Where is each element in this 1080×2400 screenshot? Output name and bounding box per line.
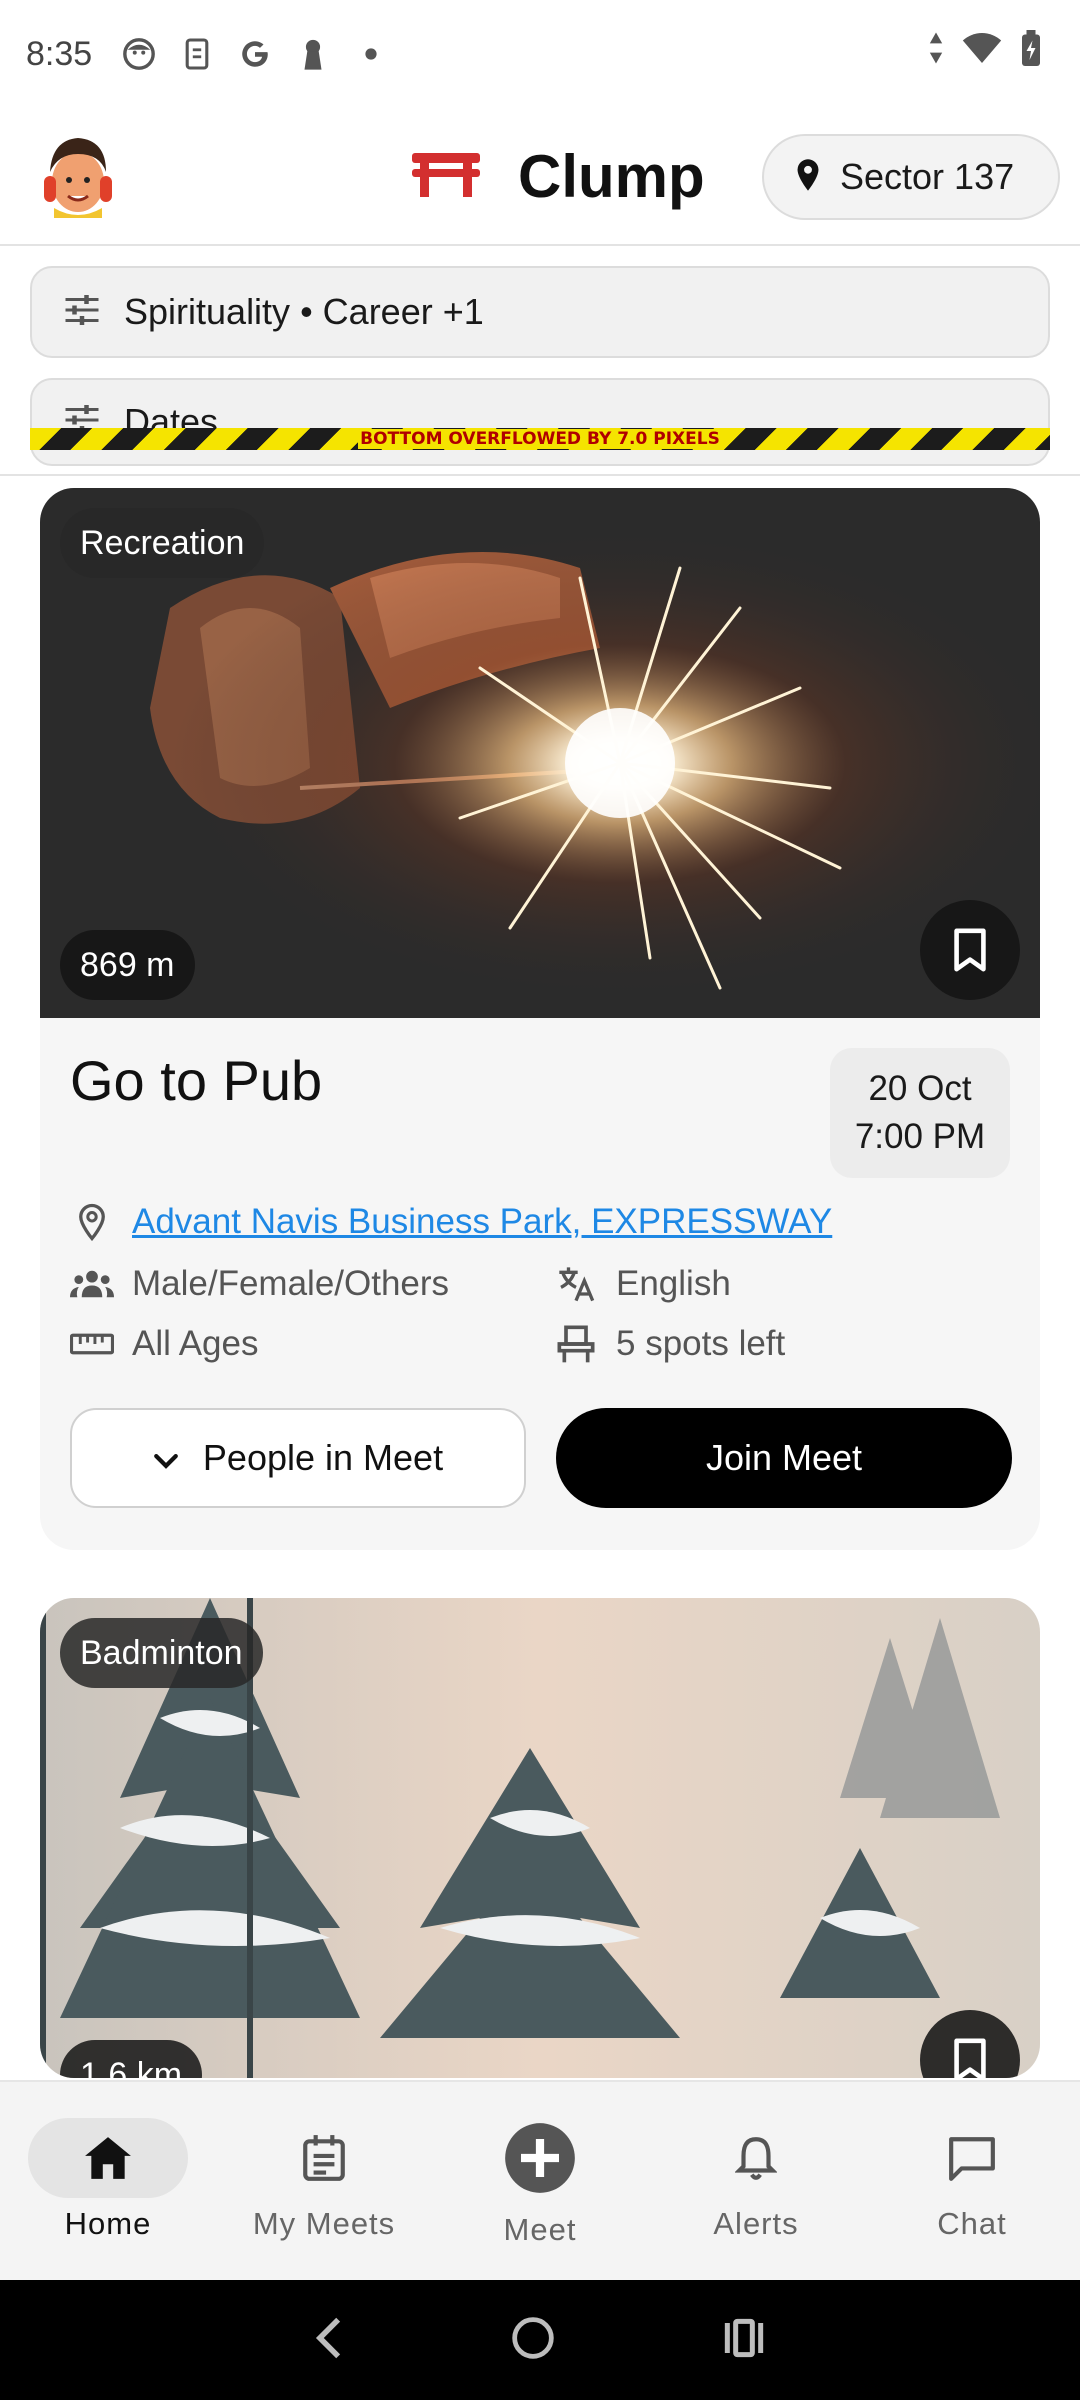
distance-badge: 869 m — [60, 930, 195, 1000]
status-time: 8:35 — [26, 34, 93, 73]
location-outline-icon — [70, 1200, 114, 1244]
app-header: Clump Sector 137 — [0, 108, 1080, 246]
seat-icon — [554, 1322, 598, 1366]
divider — [0, 474, 1080, 476]
home-icon — [85, 2137, 131, 2179]
category-tag: Badminton — [60, 1618, 263, 1688]
home-circle-icon[interactable] — [511, 2316, 555, 2365]
interest-filter[interactable]: Spirituality • Career +1 — [30, 266, 1050, 358]
wifi-icon — [962, 31, 1002, 70]
add-circle-icon — [505, 2123, 575, 2193]
join-meet-label: Join Meet — [705, 1437, 863, 1478]
nav-alerts[interactable]: Alerts — [666, 2118, 846, 2242]
gender-row: Male/Female/Others — [70, 1262, 449, 1306]
nav-chat[interactable]: Chat — [882, 2118, 1062, 2242]
tune-icon — [64, 294, 100, 331]
meet-image-snowy-trees: Badminton 1.6 km — [40, 1598, 1040, 2078]
face-notification-icon — [122, 37, 156, 71]
app-name: Clump — [518, 143, 705, 210]
bench-logo-icon — [410, 149, 482, 204]
bookmark-button[interactable] — [920, 900, 1020, 1000]
nav-alerts-pill — [676, 2118, 836, 2198]
gender-text: Male/Female/Others — [132, 1264, 450, 1303]
back-icon[interactable] — [314, 2316, 344, 2365]
bottom-navigation: Home My Meets Meet Alerts Chat — [0, 2080, 1080, 2280]
meet-card[interactable]: Recreation 869 m Go to Pub 20 Oct 7:00 P… — [40, 488, 1040, 1550]
category-tag: Recreation — [60, 508, 265, 578]
language-row: English — [554, 1262, 731, 1306]
user-avatar[interactable] — [40, 132, 116, 218]
spots-text: 5 spots left — [616, 1324, 786, 1363]
nav-home-label: Home — [64, 2206, 152, 2241]
location-button[interactable]: Sector 137 — [762, 134, 1060, 220]
battery-icon — [1020, 30, 1042, 71]
nav-meet[interactable]: Meet — [450, 2118, 630, 2248]
location-pin-icon — [794, 158, 822, 197]
spots-row: 5 spots left — [554, 1322, 785, 1366]
age-text: All Ages — [132, 1324, 259, 1363]
join-meet-button[interactable]: Join Meet — [556, 1408, 1012, 1508]
nav-chat-label: Chat — [937, 2206, 1007, 2241]
system-navigation-bar — [0, 2280, 1080, 2400]
nav-meet-label: Meet — [503, 2212, 577, 2247]
meet-title: Go to Pub — [70, 1049, 323, 1112]
venue-row: Advant Navis Business Park, EXPRESSWAY — [70, 1200, 832, 1244]
status-bar: 8:35 — [0, 0, 1080, 108]
keyhole-icon — [296, 37, 330, 71]
meet-image-sparkler: Recreation 869 m — [40, 488, 1040, 1018]
dates-filter[interactable]: Dates — [30, 378, 1050, 466]
overflow-warning-text: BOTTOM OVERFLOWED BY 7.0 PIXELS — [358, 429, 722, 449]
nav-my-meets-pill — [244, 2118, 404, 2198]
language-text: English — [616, 1264, 731, 1303]
dot-icon — [354, 37, 388, 71]
group-icon — [70, 1262, 114, 1306]
meet-card[interactable]: Badminton 1.6 km — [40, 1598, 1040, 2078]
nav-chat-pill — [892, 2118, 1052, 2198]
recents-icon[interactable] — [722, 2318, 766, 2363]
ruler-icon — [70, 1322, 114, 1366]
google-icon — [238, 37, 272, 71]
nav-home-pill — [28, 2118, 188, 2198]
nav-my-meets-label: My Meets — [252, 2206, 396, 2241]
overflow-warning-stripe: BOTTOM OVERFLOWED BY 7.0 PIXELS — [30, 428, 1050, 450]
people-in-meet-button[interactable]: People in Meet — [70, 1408, 526, 1508]
people-in-meet-label: People in Meet — [202, 1437, 444, 1478]
distance-badge: 1.6 km — [60, 2040, 203, 2078]
brand: Clump — [410, 142, 705, 211]
chevron-down-icon — [153, 1437, 179, 1479]
nav-my-meets[interactable]: My Meets — [234, 2118, 414, 2242]
bell-icon — [735, 2137, 777, 2180]
interest-filter-label: Spirituality • Career +1 — [124, 291, 484, 332]
sim-notification-icon — [180, 37, 214, 71]
chat-icon — [949, 2137, 995, 2181]
venue-link[interactable]: Advant Navis Business Park, EXPRESSWAY — [132, 1202, 832, 1242]
location-label: Sector 137 — [840, 156, 1015, 197]
meet-date-box: 20 Oct 7:00 PM — [830, 1048, 1010, 1178]
bookmark-icon — [954, 2038, 986, 2078]
meet-time: 7:00 PM — [854, 1117, 986, 1156]
translate-icon — [554, 1262, 598, 1306]
nav-alerts-label: Alerts — [713, 2206, 799, 2241]
calendar-icon — [303, 2135, 345, 2181]
age-row: All Ages — [70, 1322, 258, 1366]
nav-home[interactable]: Home — [18, 2118, 198, 2242]
bookmark-icon — [954, 928, 986, 972]
meet-date: 20 Oct — [868, 1069, 972, 1108]
nav-meet-pill — [460, 2118, 620, 2198]
data-arrows-icon — [928, 31, 944, 70]
